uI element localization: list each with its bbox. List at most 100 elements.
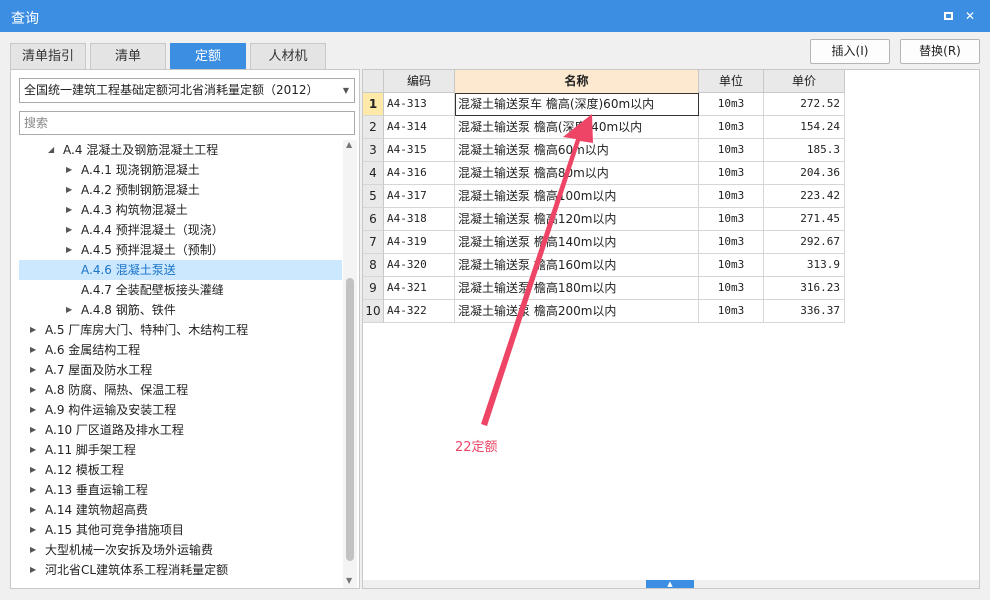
row-number[interactable]: 6: [363, 208, 384, 231]
cell-name[interactable]: 混凝土输送泵 檐高(深度)40m以内: [455, 116, 699, 139]
cell-price[interactable]: 271.45: [764, 208, 845, 231]
row-number[interactable]: 10: [363, 300, 384, 323]
tree-node[interactable]: ▶ A.12 模板工程: [19, 460, 342, 480]
cell-code[interactable]: A4-321: [384, 277, 455, 300]
cell-name[interactable]: 混凝土输送泵 檐高160m以内: [455, 254, 699, 277]
cell-price[interactable]: 204.36: [764, 162, 845, 185]
cell-name[interactable]: 混凝土输送泵 檐高200m以内: [455, 300, 699, 323]
collapsed-arrow-icon[interactable]: ▶: [30, 480, 36, 500]
tab-labor-material-machine[interactable]: 人材机: [250, 43, 326, 69]
cell-name[interactable]: 混凝土输送泵 檐高100m以内: [455, 185, 699, 208]
collapsed-arrow-icon[interactable]: ▶: [30, 500, 36, 520]
collapsed-arrow-icon[interactable]: ▶: [30, 400, 36, 420]
cell-code[interactable]: A4-316: [384, 162, 455, 185]
row-number[interactable]: 2: [363, 116, 384, 139]
column-header-code[interactable]: 编码: [384, 70, 455, 93]
tree-node[interactable]: ▶ A.5 厂库房大门、特种门、木结构工程: [19, 320, 342, 340]
cell-code[interactable]: A4-322: [384, 300, 455, 323]
expanded-arrow-icon[interactable]: ◢: [48, 140, 54, 160]
cell-code[interactable]: A4-314: [384, 116, 455, 139]
row-number[interactable]: 8: [363, 254, 384, 277]
cell-price[interactable]: 336.37: [764, 300, 845, 323]
collapsed-arrow-icon[interactable]: ▶: [30, 420, 36, 440]
cell-price[interactable]: 272.52: [764, 93, 845, 116]
cell-unit[interactable]: 10m3: [699, 139, 764, 162]
tree-node[interactable]: ▶ A.4.3 构筑物混凝土: [19, 200, 342, 220]
cell-name[interactable]: 混凝土输送泵 檐高60m以内: [455, 139, 699, 162]
cell-unit[interactable]: 10m3: [699, 254, 764, 277]
cell-name[interactable]: 混凝土输送泵 檐高80m以内: [455, 162, 699, 185]
column-header-name[interactable]: 名称: [455, 70, 699, 93]
collapsed-arrow-icon[interactable]: ▶: [30, 560, 36, 580]
tab-bill-guide[interactable]: 清单指引: [10, 43, 86, 69]
scroll-down-icon[interactable]: ▼: [346, 576, 352, 585]
tree-node[interactable]: ◢ A.4 混凝土及钢筋混凝土工程: [19, 140, 342, 160]
tree-node[interactable]: A.4.7 全装配壁板接头灌缝: [19, 280, 342, 300]
table-row[interactable]: 1 A4-313 混凝土输送泵车 檐高(深度)60m以内 10m3 272.52: [363, 93, 845, 116]
cell-code[interactable]: A4-318: [384, 208, 455, 231]
cell-price[interactable]: 154.24: [764, 116, 845, 139]
quota-library-select[interactable]: 全国统一建筑工程基础定额河北省消耗量定额（2012） ▼: [19, 78, 355, 103]
collapsed-arrow-icon[interactable]: ▶: [66, 300, 72, 320]
cell-price[interactable]: 316.23: [764, 277, 845, 300]
replace-button[interactable]: 替换(R): [900, 39, 980, 64]
cell-price[interactable]: 292.67: [764, 231, 845, 254]
table-row[interactable]: 5 A4-317 混凝土输送泵 檐高100m以内 10m3 223.42: [363, 185, 845, 208]
search-input[interactable]: 搜索: [19, 111, 355, 135]
close-icon[interactable]: ✕: [962, 8, 978, 24]
cell-unit[interactable]: 10m3: [699, 277, 764, 300]
collapsed-arrow-icon[interactable]: ▶: [30, 520, 36, 540]
tree-node[interactable]: ▶ A.13 垂直运输工程: [19, 480, 342, 500]
tree-node[interactable]: ▶ A.4.8 钢筋、铁件: [19, 300, 342, 320]
grid-horizontal-scrollbar[interactable]: ▲: [363, 580, 979, 588]
tab-quota[interactable]: 定额: [170, 43, 246, 69]
collapsed-arrow-icon[interactable]: ▶: [30, 440, 36, 460]
row-number[interactable]: 3: [363, 139, 384, 162]
collapsed-arrow-icon[interactable]: ▶: [66, 200, 72, 220]
cell-unit[interactable]: 10m3: [699, 300, 764, 323]
tab-bill[interactable]: 清单: [90, 43, 166, 69]
chevron-up-icon[interactable]: ▲: [646, 580, 694, 588]
tree-node[interactable]: ▶ 大型机械一次安拆及场外运输费: [19, 540, 342, 560]
cell-price[interactable]: 223.42: [764, 185, 845, 208]
insert-button[interactable]: 插入(I): [810, 39, 890, 64]
cell-code[interactable]: A4-315: [384, 139, 455, 162]
tree-node[interactable]: ▶ A.4.4 预拌混凝土（现浇）: [19, 220, 342, 240]
cell-code[interactable]: A4-319: [384, 231, 455, 254]
cell-unit[interactable]: 10m3: [699, 93, 764, 116]
cell-unit[interactable]: 10m3: [699, 208, 764, 231]
table-row[interactable]: 7 A4-319 混凝土输送泵 檐高140m以内 10m3 292.67: [363, 231, 845, 254]
scrollbar-thumb[interactable]: [346, 278, 354, 561]
tree-node[interactable]: ▶ A.8 防腐、隔热、保温工程: [19, 380, 342, 400]
cell-name[interactable]: 混凝土输送泵 檐高120m以内: [455, 208, 699, 231]
maximize-icon[interactable]: [940, 8, 956, 24]
collapsed-arrow-icon[interactable]: ▶: [30, 460, 36, 480]
tree-node[interactable]: ▶ A.11 脚手架工程: [19, 440, 342, 460]
tree-node[interactable]: ▶ A.15 其他可竞争措施项目: [19, 520, 342, 540]
table-row[interactable]: 2 A4-314 混凝土输送泵 檐高(深度)40m以内 10m3 154.24: [363, 116, 845, 139]
table-row[interactable]: 6 A4-318 混凝土输送泵 檐高120m以内 10m3 271.45: [363, 208, 845, 231]
cell-code[interactable]: A4-320: [384, 254, 455, 277]
cell-name[interactable]: 混凝土输送泵车 檐高(深度)60m以内: [455, 93, 699, 116]
collapsed-arrow-icon[interactable]: ▶: [30, 540, 36, 560]
cell-unit[interactable]: 10m3: [699, 185, 764, 208]
collapsed-arrow-icon[interactable]: ▶: [66, 220, 72, 240]
table-row[interactable]: 3 A4-315 混凝土输送泵 檐高60m以内 10m3 185.3: [363, 139, 845, 162]
collapsed-arrow-icon[interactable]: ▶: [66, 240, 72, 260]
tree-node[interactable]: ▶ A.4.2 预制钢筋混凝土: [19, 180, 342, 200]
cell-price[interactable]: 313.9: [764, 254, 845, 277]
row-number[interactable]: 4: [363, 162, 384, 185]
tree-node[interactable]: ▶ A.10 厂区道路及排水工程: [19, 420, 342, 440]
collapsed-arrow-icon[interactable]: ▶: [30, 360, 36, 380]
tree-node[interactable]: ▶ A.4.1 现浇钢筋混凝土: [19, 160, 342, 180]
table-row[interactable]: 9 A4-321 混凝土输送泵 檐高180m以内 10m3 316.23: [363, 277, 845, 300]
table-row[interactable]: 4 A4-316 混凝土输送泵 檐高80m以内 10m3 204.36: [363, 162, 845, 185]
column-header-unit[interactable]: 单位: [699, 70, 764, 93]
cell-name[interactable]: 混凝土输送泵 檐高140m以内: [455, 231, 699, 254]
title-bar[interactable]: 查询 ✕: [0, 0, 990, 32]
collapsed-arrow-icon[interactable]: ▶: [30, 320, 36, 340]
tree-node[interactable]: ▶ A.4.5 预拌混凝土（预制）: [19, 240, 342, 260]
table-row[interactable]: 8 A4-320 混凝土输送泵 檐高160m以内 10m3 313.9: [363, 254, 845, 277]
tree-node[interactable]: ▶ A.9 构件运输及安装工程: [19, 400, 342, 420]
cell-code[interactable]: A4-317: [384, 185, 455, 208]
